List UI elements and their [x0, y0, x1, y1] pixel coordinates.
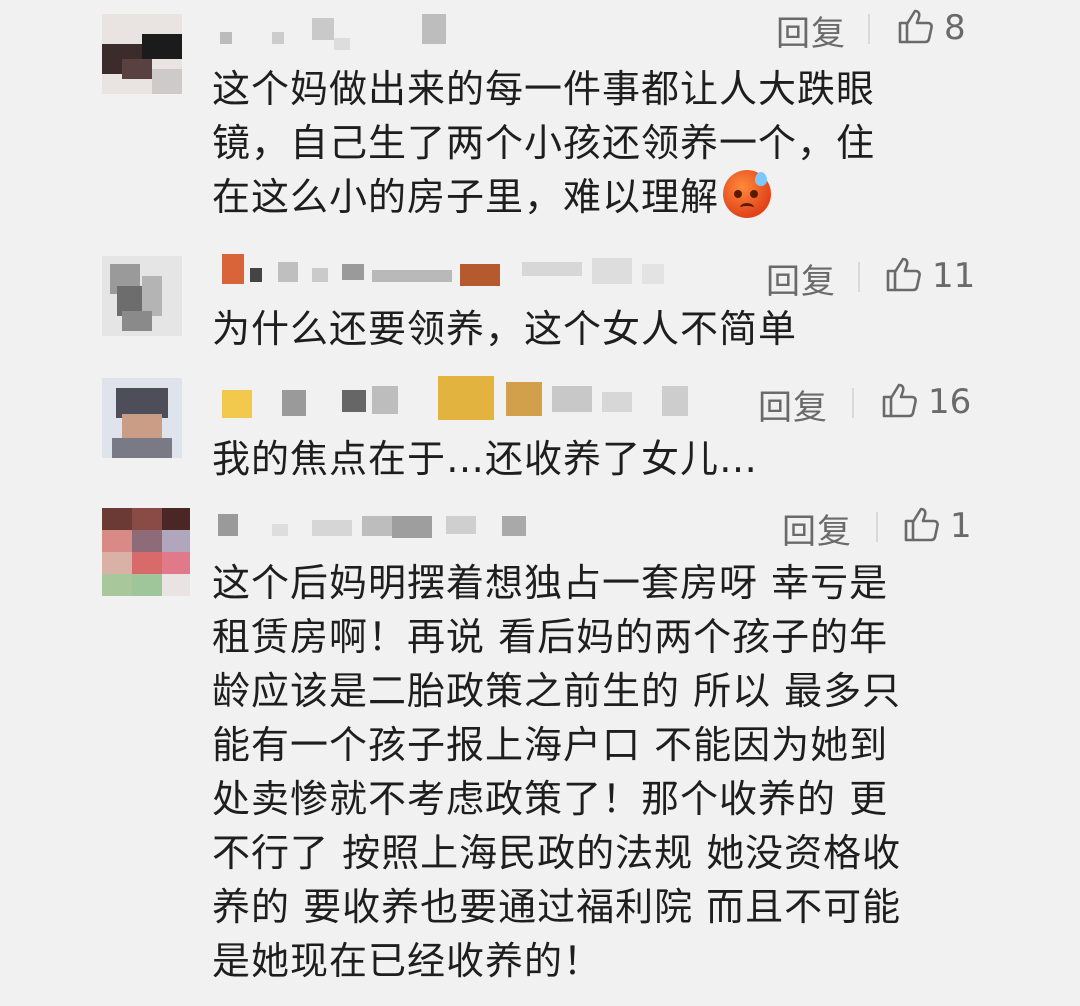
comment-line: 龄应该是二胎政策之前生的 所以 最多只 [212, 669, 902, 713]
comment-text: 这个妈做出来的每一件事都让人大跌眼 镜，自己生了两个小孩还领养一个，住 在这么小… [212, 62, 875, 224]
comment-line: 处卖惨就不考虑政策了！那个收养的 更 [212, 777, 889, 821]
like-count: 1 [950, 506, 972, 546]
thumbs-up-icon [880, 380, 920, 424]
divider [858, 262, 860, 292]
reply-button[interactable]: 回复 [782, 504, 852, 553]
username-blurred[interactable] [212, 376, 692, 420]
thumbs-up-icon [884, 254, 924, 298]
like-count: 11 [932, 256, 976, 296]
comment-line: 是她现在已经收养的！ [212, 939, 603, 983]
like-count: 16 [928, 382, 972, 422]
username-blurred[interactable] [212, 246, 682, 286]
thumbs-up-icon [896, 6, 936, 50]
reply-button[interactable]: 回复 [758, 380, 828, 429]
comment-line: 在这么小的房子里，难以理解 [212, 170, 875, 224]
like-button[interactable]: 1 [902, 504, 972, 548]
comment-4: 回复 1 这个后妈明摆着想独占一套房呀 幸亏是 租赁房啊！再说 看后妈的两个孩子… [0, 500, 1080, 1006]
comment-1: 回复 8 这个妈做出来的每一件事都让人大跌眼 镜，自己生了两个小孩还领养一个，住… [0, 0, 1080, 240]
avatar[interactable] [102, 14, 182, 94]
comment-line: 能有一个孩子报上海户口 不能因为她到 [212, 723, 889, 767]
comment-text: 为什么还要领养，这个女人不简单 [212, 302, 797, 356]
sweating-angry-face-icon [723, 170, 772, 218]
comment-line: 不行了 按照上海民政的法规 她没资格收 [212, 831, 902, 875]
comment-line: 这个妈做出来的每一件事都让人大跌眼 [212, 67, 876, 111]
comment-line: 这个后妈明摆着想独占一套房呀 幸亏是 [212, 561, 889, 605]
comment-line: 租赁房啊！再说 看后妈的两个孩子的年 [212, 615, 889, 659]
avatar[interactable] [102, 378, 182, 458]
like-button[interactable]: 8 [896, 6, 966, 50]
comment-line: 养的 要收养也要通过福利院 而且不可能 [212, 885, 902, 929]
divider [876, 512, 878, 542]
avatar[interactable] [102, 508, 190, 596]
username-blurred[interactable] [212, 510, 532, 550]
like-button[interactable]: 16 [880, 380, 971, 424]
like-count: 8 [944, 8, 966, 48]
comment-line-text: 在这么小的房子里，难以理解 [212, 175, 720, 219]
comment-3: 回复 16 我的焦点在于…还收养了女儿… [0, 370, 1080, 500]
comment-line: 镜，自己生了两个小孩还领养一个，住 [212, 121, 876, 165]
divider [852, 388, 854, 418]
comment-text: 我的焦点在于…还收养了女儿… [212, 432, 758, 486]
comment-2: 回复 11 为什么还要领养，这个女人不简单 [0, 240, 1080, 370]
divider [868, 14, 870, 44]
avatar[interactable] [102, 256, 182, 336]
username-blurred[interactable] [212, 14, 472, 54]
reply-button[interactable]: 回复 [766, 254, 836, 303]
comment-text: 这个后妈明摆着想独占一套房呀 幸亏是 租赁房啊！再说 看后妈的两个孩子的年 龄应… [212, 556, 901, 988]
like-button[interactable]: 11 [884, 254, 975, 298]
comment-line: 我的焦点在于…还收养了女儿… [212, 437, 759, 481]
comment-line: 为什么还要领养，这个女人不简单 [212, 307, 798, 351]
thumbs-up-icon [902, 504, 942, 548]
reply-button[interactable]: 回复 [776, 6, 846, 55]
